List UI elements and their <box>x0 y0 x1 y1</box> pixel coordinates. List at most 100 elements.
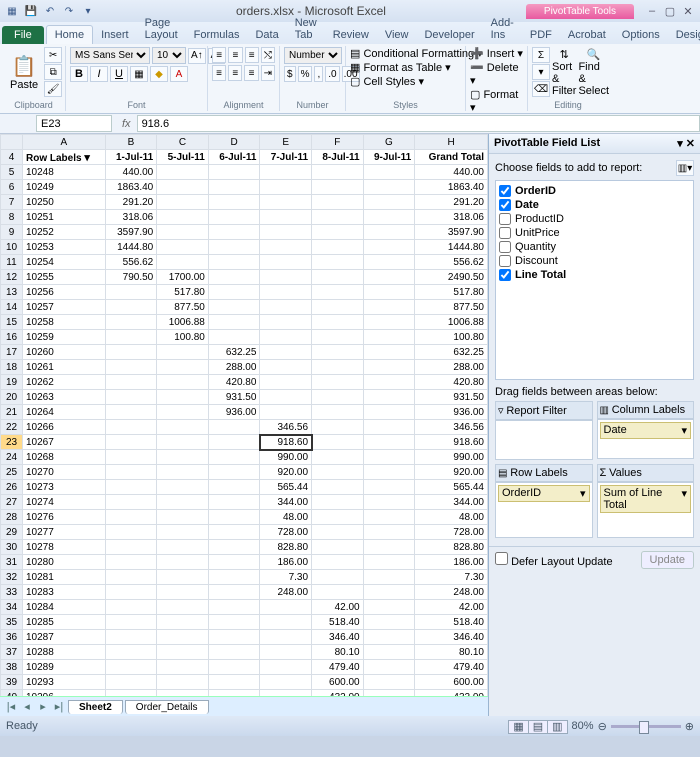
cell[interactable] <box>157 345 209 360</box>
row-header[interactable]: 26 <box>1 480 23 495</box>
cell[interactable] <box>157 240 209 255</box>
cell[interactable] <box>208 330 260 345</box>
cell[interactable]: 990.00 <box>415 450 488 465</box>
cell[interactable] <box>312 540 364 555</box>
row-header[interactable]: 21 <box>1 405 23 420</box>
cell[interactable]: 10284 <box>23 600 106 615</box>
col-header-F[interactable]: F <box>312 135 364 150</box>
cell[interactable]: 10248 <box>23 165 106 180</box>
cell[interactable] <box>208 210 260 225</box>
cell[interactable] <box>312 225 364 240</box>
cell[interactable] <box>312 585 364 600</box>
cell[interactable] <box>312 435 364 450</box>
indent-button[interactable]: ⇥ <box>261 65 275 81</box>
cell[interactable]: 936.00 <box>208 405 260 420</box>
cell[interactable]: 346.56 <box>260 420 312 435</box>
cell[interactable] <box>157 675 209 690</box>
row-header[interactable]: 27 <box>1 495 23 510</box>
tab-page-layout[interactable]: Page Layout <box>137 14 186 44</box>
cell[interactable] <box>208 525 260 540</box>
cell[interactable]: 1444.80 <box>415 240 488 255</box>
comma-button[interactable]: , <box>314 66 323 82</box>
cell[interactable]: 10260 <box>23 345 106 360</box>
cell[interactable] <box>157 210 209 225</box>
cell[interactable] <box>208 585 260 600</box>
align-top-button[interactable]: ≡ <box>212 47 226 63</box>
pivot-header-cell[interactable]: 7-Jul-11 <box>260 150 312 165</box>
cell[interactable] <box>312 195 364 210</box>
cell[interactable] <box>105 510 157 525</box>
cell[interactable]: 517.80 <box>157 285 209 300</box>
col-header-A[interactable]: A <box>23 135 106 150</box>
row-header[interactable]: 9 <box>1 225 23 240</box>
cell[interactable]: 248.00 <box>260 585 312 600</box>
cell[interactable]: 632.25 <box>208 345 260 360</box>
name-box[interactable]: E23 <box>36 115 112 132</box>
cell[interactable] <box>157 585 209 600</box>
insert-cells-button[interactable]: ➕ Insert ▾ <box>470 47 523 60</box>
format-as-table-button[interactable]: ▦ Format as Table ▾ <box>350 61 461 74</box>
tab-nav-prev[interactable]: ◂ <box>20 700 34 713</box>
cell[interactable] <box>105 375 157 390</box>
row-header[interactable]: 18 <box>1 360 23 375</box>
autosum-button[interactable]: Σ <box>532 47 550 63</box>
cell[interactable] <box>105 615 157 630</box>
cell[interactable] <box>157 570 209 585</box>
cell[interactable]: 3597.90 <box>415 225 488 240</box>
cell[interactable]: 10277 <box>23 525 106 540</box>
cell[interactable]: 186.00 <box>415 555 488 570</box>
field-checkbox[interactable] <box>499 213 511 225</box>
cell-styles-button[interactable]: ▢ Cell Styles ▾ <box>350 75 461 88</box>
cell[interactable] <box>157 600 209 615</box>
cell[interactable] <box>208 660 260 675</box>
cell[interactable] <box>363 210 415 225</box>
cell[interactable] <box>105 345 157 360</box>
cell[interactable]: 10259 <box>23 330 106 345</box>
cell[interactable]: 10276 <box>23 510 106 525</box>
cell[interactable] <box>260 660 312 675</box>
row-header[interactable]: 19 <box>1 375 23 390</box>
cell[interactable]: 10287 <box>23 630 106 645</box>
cell[interactable] <box>105 660 157 675</box>
cell[interactable]: 936.00 <box>415 405 488 420</box>
cell[interactable]: 828.80 <box>260 540 312 555</box>
cell[interactable] <box>157 390 209 405</box>
row-header[interactable]: 16 <box>1 330 23 345</box>
cell[interactable]: 990.00 <box>260 450 312 465</box>
cell[interactable] <box>312 330 364 345</box>
cell[interactable] <box>260 315 312 330</box>
cell[interactable] <box>157 255 209 270</box>
delete-cells-button[interactable]: ➖ Delete ▾ <box>470 61 523 87</box>
cell[interactable] <box>363 255 415 270</box>
cell[interactable]: 10268 <box>23 450 106 465</box>
cell[interactable]: 10274 <box>23 495 106 510</box>
tab-add-ins[interactable]: Add-Ins <box>483 14 522 44</box>
number-format-select[interactable]: Number <box>284 47 342 64</box>
cell[interactable]: 100.80 <box>415 330 488 345</box>
fill-button[interactable]: ▾ <box>532 64 550 80</box>
row-header[interactable]: 24 <box>1 450 23 465</box>
row-header[interactable]: 11 <box>1 255 23 270</box>
cell[interactable] <box>312 270 364 285</box>
select-all-cell[interactable] <box>1 135 23 150</box>
cell[interactable] <box>208 180 260 195</box>
cell[interactable]: 931.50 <box>415 390 488 405</box>
field-list[interactable]: OrderIDDateProductIDUnitPriceQuantityDis… <box>495 180 694 380</box>
cell[interactable] <box>157 420 209 435</box>
pane-layout-button[interactable]: ▥▾ <box>676 160 694 176</box>
cell[interactable] <box>157 480 209 495</box>
currency-button[interactable]: $ <box>284 66 296 82</box>
cell[interactable] <box>363 420 415 435</box>
row-header[interactable]: 14 <box>1 300 23 315</box>
cell[interactable]: 10273 <box>23 480 106 495</box>
cell[interactable] <box>260 240 312 255</box>
row-header[interactable]: 32 <box>1 570 23 585</box>
cell[interactable] <box>105 570 157 585</box>
col-header-C[interactable]: C <box>157 135 209 150</box>
cell[interactable] <box>157 375 209 390</box>
cell[interactable]: 10264 <box>23 405 106 420</box>
cell[interactable] <box>105 675 157 690</box>
cell[interactable]: 346.40 <box>415 630 488 645</box>
cell[interactable]: 48.00 <box>415 510 488 525</box>
cell[interactable]: 1006.88 <box>157 315 209 330</box>
